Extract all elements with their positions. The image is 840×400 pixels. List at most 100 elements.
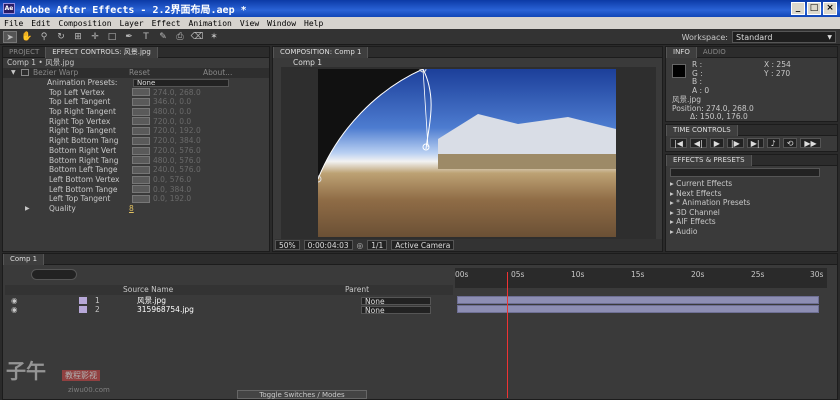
crosshair-icon[interactable] [132, 185, 150, 194]
param-value[interactable]: 720.0, 576.0 [153, 146, 201, 155]
param-value[interactable]: 0.0, 192.0 [153, 194, 191, 203]
camera-dropdown[interactable]: Active Camera [391, 240, 455, 250]
time-ruler[interactable]: 00s 05s 10s 15s 20s 25s 30s [455, 268, 827, 288]
mask-tool-icon[interactable]: □ [105, 31, 119, 43]
label-color[interactable] [79, 306, 87, 313]
camera-tool-icon[interactable]: ⊞ [71, 31, 85, 43]
param-value[interactable]: 720.0, 0.0 [153, 117, 191, 126]
chevron-right-icon[interactable]: ▶ [25, 205, 30, 212]
playhead[interactable] [507, 272, 508, 398]
tab-composition[interactable]: COMPOSITION: Comp 1 [273, 46, 369, 58]
workspace-dropdown[interactable]: Standard [732, 31, 836, 43]
menu-animation[interactable]: Animation [185, 19, 236, 28]
crosshair-icon[interactable] [132, 165, 150, 174]
prev-frame-icon[interactable]: ◀| [689, 138, 707, 148]
menu-layer[interactable]: Layer [116, 19, 148, 28]
puppet-tool-icon[interactable]: ✶ [207, 31, 221, 43]
crosshair-icon[interactable] [132, 127, 150, 136]
menu-window[interactable]: Window [263, 19, 300, 28]
pen-tool-icon[interactable]: ✒ [122, 31, 136, 43]
brush-tool-icon[interactable]: ✎ [156, 31, 170, 43]
crosshair-icon[interactable] [132, 98, 150, 107]
selection-tool-icon[interactable]: ➤ [3, 30, 17, 43]
clone-stamp-tool-icon[interactable]: ⎙ [173, 31, 187, 43]
crosshair-icon[interactable] [132, 156, 150, 165]
menu-file[interactable]: File [0, 19, 27, 28]
fx-toggle-icon[interactable] [21, 69, 29, 77]
next-frame-icon[interactable]: |▶ [726, 138, 744, 148]
tab-audio[interactable]: AUDIO [697, 47, 732, 58]
presets-dropdown[interactable]: None [133, 78, 229, 87]
label-color[interactable] [79, 297, 87, 304]
pan-behind-tool-icon[interactable]: ✛ [88, 31, 102, 43]
tab-project[interactable]: PROJECT [3, 47, 45, 58]
parent-dropdown[interactable]: None [361, 305, 431, 314]
list-item[interactable]: ▸ Next Effects [670, 189, 837, 199]
about-button[interactable]: About... [203, 68, 232, 77]
rotate-tool-icon[interactable]: ↻ [54, 31, 68, 43]
crosshair-icon[interactable] [132, 107, 150, 116]
list-item[interactable]: ▸ Current Effects [670, 179, 837, 189]
effects-search-input[interactable] [670, 168, 820, 177]
ram-preview-icon[interactable]: ▶▶ [800, 138, 821, 148]
param-value[interactable]: 720.0, 192.0 [153, 126, 201, 135]
menu-composition[interactable]: Composition [55, 19, 116, 28]
minimize-button[interactable]: _ [791, 2, 805, 15]
layer-bar[interactable] [457, 305, 819, 313]
loop-icon[interactable]: ⟲ [782, 138, 798, 148]
toggle-switches-button[interactable]: Toggle Switches / Modes [237, 390, 367, 399]
crosshair-icon[interactable] [132, 194, 150, 203]
menu-edit[interactable]: Edit [27, 19, 54, 28]
param-value[interactable]: 480.0, 0.0 [153, 107, 191, 116]
first-frame-icon[interactable]: |◀ [670, 138, 687, 148]
reset-button[interactable]: Reset [129, 68, 150, 77]
menu-view[interactable]: View [236, 19, 263, 28]
play-icon[interactable]: ▶ [709, 138, 724, 148]
crosshair-icon[interactable] [132, 175, 150, 184]
zoom-dropdown[interactable]: 50% [275, 240, 300, 250]
table-row[interactable]: ◉ 1 风景.jpg None [5, 296, 453, 305]
layer-name[interactable]: 315968754.jpg [137, 305, 194, 314]
crosshair-icon[interactable] [132, 88, 150, 97]
parent-dropdown[interactable]: None [361, 296, 431, 305]
param-value[interactable]: 0.0, 384.0 [153, 185, 191, 194]
col-source-name[interactable]: Source Name [123, 285, 173, 295]
chevron-down-icon[interactable]: ▼ [11, 69, 16, 76]
param-value[interactable]: 0.0, 576.0 [153, 175, 191, 184]
tab-effect-controls[interactable]: EFFECT CONTROLS: 风景.jpg [45, 46, 158, 58]
tab-info[interactable]: INFO [666, 46, 697, 58]
tab-effects-presets[interactable]: EFFECTS & PRESETS [666, 154, 752, 166]
last-frame-icon[interactable]: ▶| [746, 138, 764, 148]
param-value[interactable]: 240.0, 576.0 [153, 165, 201, 174]
hand-tool-icon[interactable]: ✋ [20, 31, 34, 43]
crosshair-icon[interactable] [132, 146, 150, 155]
crosshair-icon[interactable] [132, 117, 150, 126]
timeline-search-input[interactable] [31, 269, 77, 280]
menu-effect[interactable]: Effect [148, 19, 185, 28]
param-value[interactable]: 274.0, 268.0 [153, 88, 201, 97]
col-parent[interactable]: Parent [345, 285, 369, 295]
param-value[interactable]: 720.0, 384.0 [153, 136, 201, 145]
maximize-button[interactable]: □ [807, 2, 821, 15]
list-item[interactable]: ▸ 3D Channel [670, 208, 837, 218]
tab-timeline-comp[interactable]: Comp 1 [3, 253, 45, 265]
crosshair-icon[interactable] [132, 136, 150, 145]
param-value[interactable]: 480.0, 576.0 [153, 156, 201, 165]
camera-snapshot-icon[interactable]: ◎ [357, 241, 364, 250]
tab-time-controls[interactable]: TIME CONTROLS [666, 124, 738, 136]
menu-help[interactable]: Help [300, 19, 327, 28]
eye-icon[interactable]: ◉ [11, 305, 18, 314]
text-tool-icon[interactable]: T [139, 31, 153, 43]
audio-icon[interactable]: ♪ [766, 138, 780, 148]
quality-value[interactable]: 8 [129, 204, 134, 213]
eraser-tool-icon[interactable]: ⌫ [190, 31, 204, 43]
list-item[interactable]: ▸ AIF Effects [670, 217, 837, 227]
close-button[interactable]: × [823, 2, 837, 15]
list-item[interactable]: ▸ * Animation Presets [670, 198, 837, 208]
resolution-dropdown[interactable]: 1/1 [367, 240, 388, 250]
zoom-tool-icon[interactable]: ⚲ [37, 31, 51, 43]
layer-bar[interactable] [457, 296, 819, 304]
table-row[interactable]: ◉ 2 315968754.jpg None [5, 305, 453, 314]
timecode-display[interactable]: 0:00:04:03 [303, 240, 353, 250]
param-value[interactable]: 346.0, 0.0 [153, 97, 191, 106]
